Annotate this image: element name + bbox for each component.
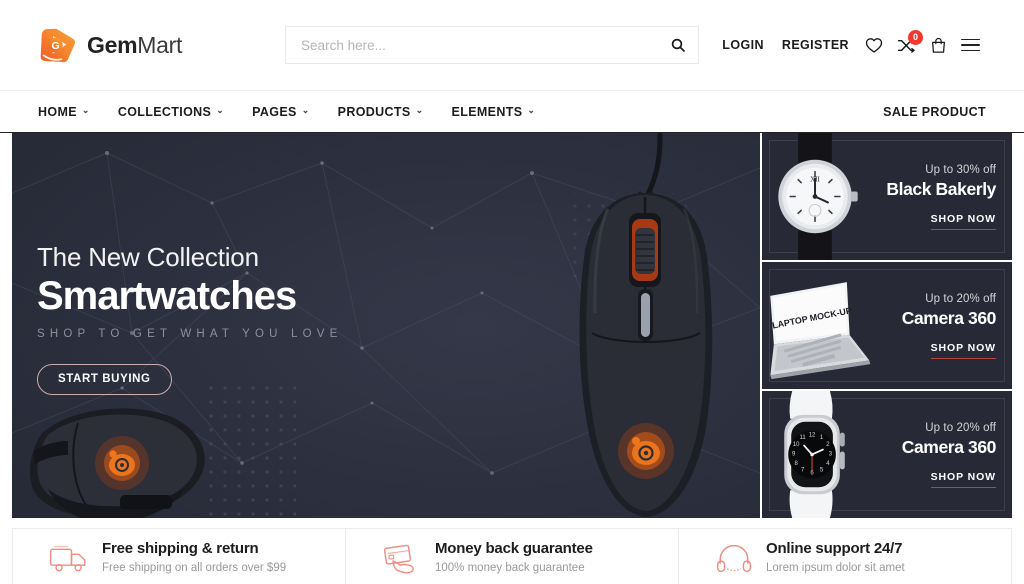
main-navigation: HOME ⌄ COLLECTIONS ⌄ PAGES ⌄ PRODUCTS ⌄ … — [0, 90, 1024, 133]
header-actions: LOGIN REGISTER 0 — [713, 29, 986, 61]
promo-shop-now-link[interactable]: SHOP NOW — [930, 213, 996, 230]
site-logo[interactable]: G GemMart — [38, 25, 182, 65]
promo-text: Up to 20% off Camera 360 SHOP NOW — [902, 293, 996, 359]
feature-free-shipping: Free shipping & return Free shipping on … — [13, 529, 346, 584]
nav-item-products[interactable]: PRODUCTS ⌄ — [324, 105, 438, 119]
search-icon — [672, 38, 686, 52]
feature-title: Online support 24/7 — [766, 540, 903, 558]
compare-count-badge: 0 — [908, 30, 923, 45]
nav-items: HOME ⌄ COLLECTIONS ⌄ PAGES ⌄ PRODUCTS ⌄ … — [38, 105, 549, 119]
feature-title: Free shipping & return — [102, 540, 259, 558]
promo-title: Camera 360 — [901, 436, 997, 457]
logo-wordmark: GemMart — [87, 32, 182, 59]
feature-text: Online support 24/7 Lorem ipsum dolor si… — [766, 540, 905, 576]
register-link[interactable]: REGISTER — [773, 38, 858, 52]
hero-copy: The New Collection Smartwatches SHOP TO … — [37, 243, 343, 395]
laptop-mockup-image: LAPTOP MOCK-UP — [770, 282, 871, 380]
promo-column: XII Up to 30% off Black Bakerly SHOP NOW — [762, 133, 1012, 518]
feature-bar: Free shipping & return Free shipping on … — [12, 528, 1012, 584]
chevron-down-icon: ⌄ — [216, 105, 225, 115]
hero-title: Smartwatches — [37, 273, 297, 318]
promo-title: Black Bakerly — [886, 178, 996, 199]
gem-play-logo-icon: G — [40, 28, 76, 63]
nav-item-label: ELEMENTS — [451, 104, 523, 119]
logo-word-bold: Gem — [87, 31, 138, 58]
promo-card-black-bakerly[interactable]: XII Up to 30% off Black Bakerly SHOP NOW — [762, 133, 1012, 260]
headset-support-icon — [715, 543, 753, 574]
search-box[interactable] — [285, 26, 700, 64]
promo-card-camera-360-laptop[interactable]: LAPTOP MOCK-UP Up to 20% off Camera 360 … — [762, 262, 1012, 389]
svg-text:12: 12 — [809, 433, 816, 439]
promo-text: Up to 30% off Black Bakerly SHOP NOW — [886, 164, 996, 230]
feature-title: Money back guarantee — [435, 540, 593, 558]
hero-kicker: The New Collection — [37, 242, 259, 272]
search-submit-button[interactable] — [658, 27, 698, 63]
feature-description: Free shipping on all orders over $99 — [102, 561, 287, 574]
nav-item-label: COLLECTIONS — [117, 104, 212, 119]
nav-item-sale-product[interactable]: SALE PRODUCT — [883, 105, 986, 119]
login-link[interactable]: LOGIN — [713, 38, 773, 52]
analog-wristwatch-image: XII — [778, 133, 858, 260]
hero-banner[interactable]: The New Collection Smartwatches SHOP TO … — [12, 133, 760, 518]
hero-subtitle: SHOP TO GET WHAT YOU LOVE — [37, 327, 343, 340]
delivery-truck-icon — [49, 543, 89, 574]
money-back-card-icon — [382, 543, 422, 574]
compare-button[interactable]: 0 — [890, 29, 923, 61]
promo-shop-now-link[interactable]: SHOP NOW — [930, 471, 996, 488]
hamburger-menu-button[interactable] — [954, 29, 986, 61]
nav-item-pages[interactable]: PAGES ⌄ — [238, 105, 324, 119]
nav-item-home[interactable]: HOME ⌄ — [38, 105, 104, 119]
chevron-down-icon: ⌄ — [81, 105, 90, 115]
nav-item-label: HOME — [38, 104, 77, 119]
chevron-down-icon: ⌄ — [527, 105, 536, 115]
chevron-down-icon: ⌄ — [415, 105, 424, 115]
feature-text: Free shipping & return Free shipping on … — [102, 540, 286, 576]
heart-icon — [865, 38, 883, 53]
svg-text:G: G — [51, 41, 59, 52]
cart-button[interactable] — [922, 29, 954, 61]
feature-description: Lorem ipsum dolor sit amet — [766, 561, 905, 574]
nav-item-elements[interactable]: ELEMENTS ⌄ — [438, 105, 550, 119]
shopping-bag-icon — [931, 37, 945, 53]
promo-discount: Up to 20% off — [925, 292, 996, 305]
promo-text: Up to 20% off Camera 360 SHOP NOW — [902, 422, 996, 488]
feature-online-support: Online support 24/7 Lorem ipsum dolor si… — [679, 529, 1011, 584]
promo-discount: Up to 20% off — [925, 421, 996, 434]
nav-item-label: PRODUCTS — [337, 104, 411, 119]
logo-word-light: Mart — [137, 31, 183, 58]
promo-title: Camera 360 — [901, 307, 997, 328]
feature-description: 100% money back guarantee — [435, 561, 585, 574]
hero-row: The New Collection Smartwatches SHOP TO … — [0, 133, 1024, 518]
promo-shop-now-link[interactable]: SHOP NOW — [930, 342, 996, 359]
nav-right: SALE PRODUCT — [883, 103, 986, 121]
nav-item-label: PAGES — [252, 104, 297, 119]
svg-text:2: 2 — [826, 442, 829, 448]
chevron-down-icon: ⌄ — [301, 105, 310, 115]
nav-item-collections[interactable]: COLLECTIONS ⌄ — [104, 105, 238, 119]
search-input[interactable] — [286, 27, 659, 63]
svg-text:7: 7 — [801, 467, 804, 473]
promo-card-camera-360-smartwatch[interactable]: 12 1 23 45 67 89 10 11 Up to 20% off Camer… — [762, 391, 1012, 518]
hamburger-menu-icon — [960, 38, 980, 52]
feature-text: Money back guarantee 100% money back gua… — [435, 540, 593, 576]
start-buying-button[interactable]: START BUYING — [37, 363, 172, 395]
svg-text:10: 10 — [793, 442, 800, 448]
smartwatch-white-band-image: 12 1 23 45 67 89 1011 — [784, 391, 845, 518]
site-header: G GemMart LOGIN REGISTER 0 — [0, 0, 1024, 90]
svg-text:11: 11 — [800, 435, 807, 441]
promo-discount: Up to 30% off — [925, 163, 996, 176]
wishlist-button[interactable] — [858, 29, 890, 61]
feature-money-back: Money back guarantee 100% money back gua… — [346, 529, 679, 584]
